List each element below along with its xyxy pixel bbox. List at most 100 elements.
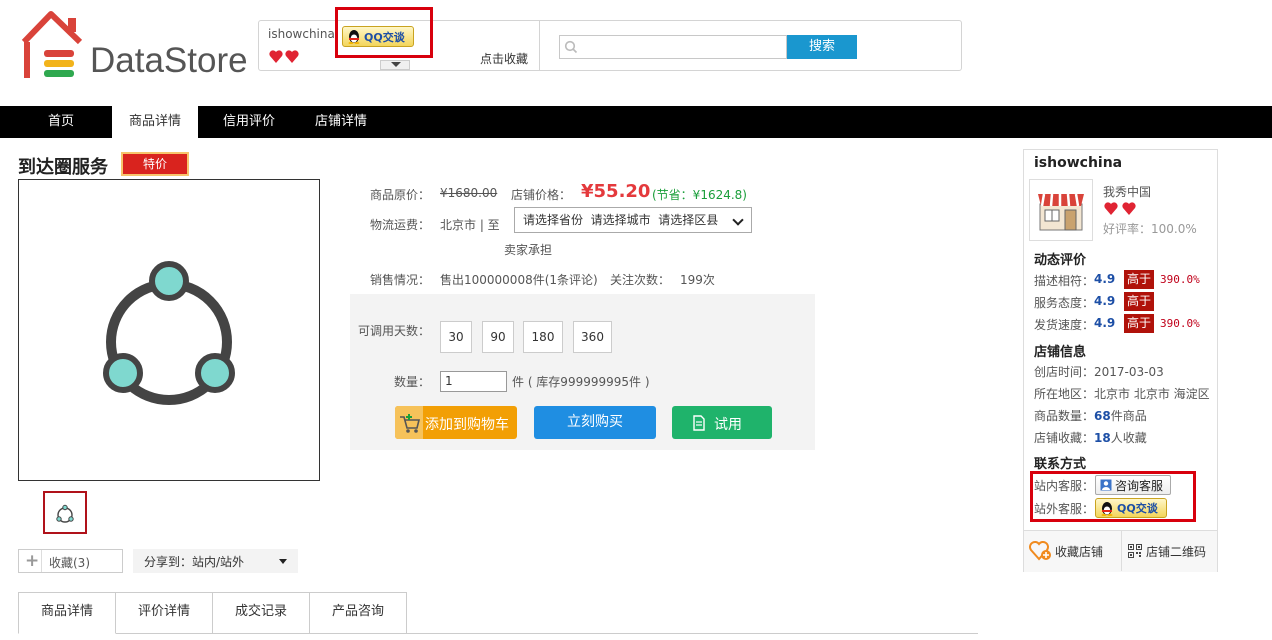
chevron-down-icon (391, 62, 401, 67)
rating-shipping-pct: 390.0% (1160, 317, 1200, 330)
heart-rating-icon (269, 50, 299, 63)
qq-penguin-icon (348, 30, 360, 44)
sales-value: 售出100000008件(1条评论) (440, 273, 598, 287)
original-price-label: 商品原价： (370, 188, 431, 202)
rating-service-score: 4.9 (1094, 294, 1116, 308)
goods-count-suffix: 件商品 (1110, 409, 1147, 423)
shipping-label: 物流运费： (370, 218, 431, 232)
rating-desc-badge: 高于 (1124, 270, 1154, 289)
sale-badge: 特价 (121, 152, 189, 176)
rating-heading: 动态评价 (1034, 253, 1087, 268)
tab-product-inquiry[interactable]: 产品咨询 (309, 592, 407, 633)
qr-code-icon (1128, 544, 1142, 558)
shop-dropdown-toggle[interactable] (380, 60, 410, 70)
original-price: ¥1680.00 (440, 186, 498, 200)
document-icon (693, 415, 705, 431)
contact-heading: 联系方式 (1034, 457, 1087, 472)
store-region: 所在地区：北京市 北京市 海淀区 (1034, 387, 1210, 401)
sales-label: 销售情况： (370, 273, 431, 287)
caret-down-icon (279, 559, 287, 564)
share-dropdown[interactable]: 分享到：站内/站外 (133, 549, 298, 573)
outer-qq-chat-label: QQ交谈 (1117, 502, 1158, 515)
tab-transaction-record[interactable]: 成交记录 (212, 592, 310, 633)
shop-subtitle: 我秀中国 (1103, 185, 1152, 199)
rating-shipping-badge: 高于 (1124, 314, 1154, 333)
store-open-time: 创店时间：2017-03-03 (1034, 365, 1164, 379)
shipping-from: 北京市 | 至 (440, 218, 500, 232)
share-label: 分享到：站内/站外 (144, 555, 245, 569)
favorite-label: 收藏(3) (49, 556, 90, 570)
trial-button[interactable]: 试用 (672, 406, 772, 439)
day-option-90[interactable]: 90 (482, 321, 514, 353)
cart-icon (395, 406, 423, 439)
search-icon (564, 40, 578, 54)
nav-item-store-detail[interactable]: 店铺详情 (302, 106, 380, 138)
tab-product-detail[interactable]: 商品详情 (18, 592, 116, 634)
quantity-input[interactable]: 1 (440, 371, 507, 392)
buy-now-button[interactable]: 立刻购买 (534, 406, 656, 439)
trial-label: 试用 (714, 417, 742, 433)
product-main-image[interactable] (18, 179, 320, 481)
shop-name[interactable]: ishowchina (268, 27, 335, 41)
favorite-button[interactable]: + 收藏(3) (18, 549, 123, 573)
share-circle-icon (103, 261, 235, 405)
goods-count-label: 商品数量： (1034, 409, 1095, 423)
product-thumbnail[interactable] (43, 491, 87, 534)
logo-house-icon (21, 11, 83, 78)
add-to-cart-label: 添加到购物车 (425, 417, 509, 433)
header-divider (539, 21, 540, 70)
chat-person-icon (1100, 479, 1112, 491)
outer-cs-label: 站外客服： (1034, 502, 1095, 516)
qr-code-button[interactable]: 店铺二维码 (1122, 531, 1217, 571)
store-icon (1038, 193, 1084, 231)
chevron-down-icon (732, 214, 744, 226)
sidebar-shop-name[interactable]: ishowchina (1034, 155, 1122, 171)
fav-count-label: 店铺收藏： (1034, 431, 1095, 445)
rating-desc-label: 描述相符： (1034, 274, 1095, 288)
region-select[interactable]: 请选择省份 请选择城市 请选择区县 (514, 207, 752, 233)
rating-desc-pct: 390.0% (1160, 273, 1200, 286)
outer-qq-chat-button[interactable]: QQ交谈 (1095, 498, 1167, 518)
main-nav: 首页 商品详情 信用评价 店铺详情 (0, 106, 1272, 138)
share-circle-thumb-icon (56, 504, 74, 523)
nav-item-product-detail[interactable]: 商品详情 (112, 106, 198, 138)
fav-count-suffix: 人收藏 (1110, 431, 1147, 445)
heart-plus-icon (1029, 541, 1051, 561)
day-option-360[interactable]: 360 (573, 321, 612, 353)
day-option-30[interactable]: 30 (440, 321, 472, 353)
fav-shop-label: 收藏店铺 (1055, 545, 1104, 559)
fav-count-value: 18 (1094, 431, 1111, 445)
inner-cs-label: 站内客服： (1034, 479, 1095, 493)
rating-desc-score: 4.9 (1094, 272, 1116, 286)
rating-shipping-label: 发货速度： (1034, 318, 1095, 332)
fav-shop-button[interactable]: 收藏店铺 (1024, 531, 1120, 571)
store-price: ¥55.20 (581, 181, 651, 202)
heart-rating-icon (1104, 202, 1136, 215)
search-button[interactable]: 搜索 (787, 35, 857, 59)
store-price-label: 店铺价格： (511, 188, 572, 202)
plus-icon: + (25, 551, 40, 571)
save-amount: (节省：¥1624.8) (652, 188, 747, 202)
store-fav-count: 店铺收藏：18人收藏 (1034, 429, 1147, 446)
qq-chat-label: QQ交谈 (364, 30, 405, 44)
inner-cs-button[interactable]: 咨询客服 (1095, 475, 1171, 495)
bookmark-link[interactable]: 点击收藏 (480, 50, 528, 67)
tab-review-detail[interactable]: 评价详情 (115, 592, 213, 633)
logo[interactable]: DataStore (18, 8, 258, 82)
shipping-note: 卖家承担 (504, 243, 553, 257)
header-qq-chat-button[interactable]: QQ交谈 (342, 26, 414, 47)
rating-service-badge: 高于 (1124, 292, 1154, 311)
nav-item-credit-rating[interactable]: 信用评价 (210, 106, 288, 138)
logo-text: DataStore (90, 41, 248, 80)
inner-cs-button-label: 咨询客服 (1115, 478, 1164, 493)
shop-avatar[interactable] (1029, 179, 1093, 241)
search-input[interactable] (559, 35, 787, 59)
stock-info: 件 ( 库存999999995件 ) (512, 375, 650, 389)
product-title: 到达圈服务 (18, 157, 108, 178)
goods-count-value: 68 (1094, 409, 1111, 423)
add-to-cart-button[interactable]: 添加到购物车 (395, 406, 517, 439)
nav-item-home[interactable]: 首页 (22, 106, 100, 138)
day-option-180[interactable]: 180 (523, 321, 563, 353)
quantity-label: 数量： (394, 375, 431, 389)
rating-service-label: 服务态度： (1034, 296, 1095, 310)
